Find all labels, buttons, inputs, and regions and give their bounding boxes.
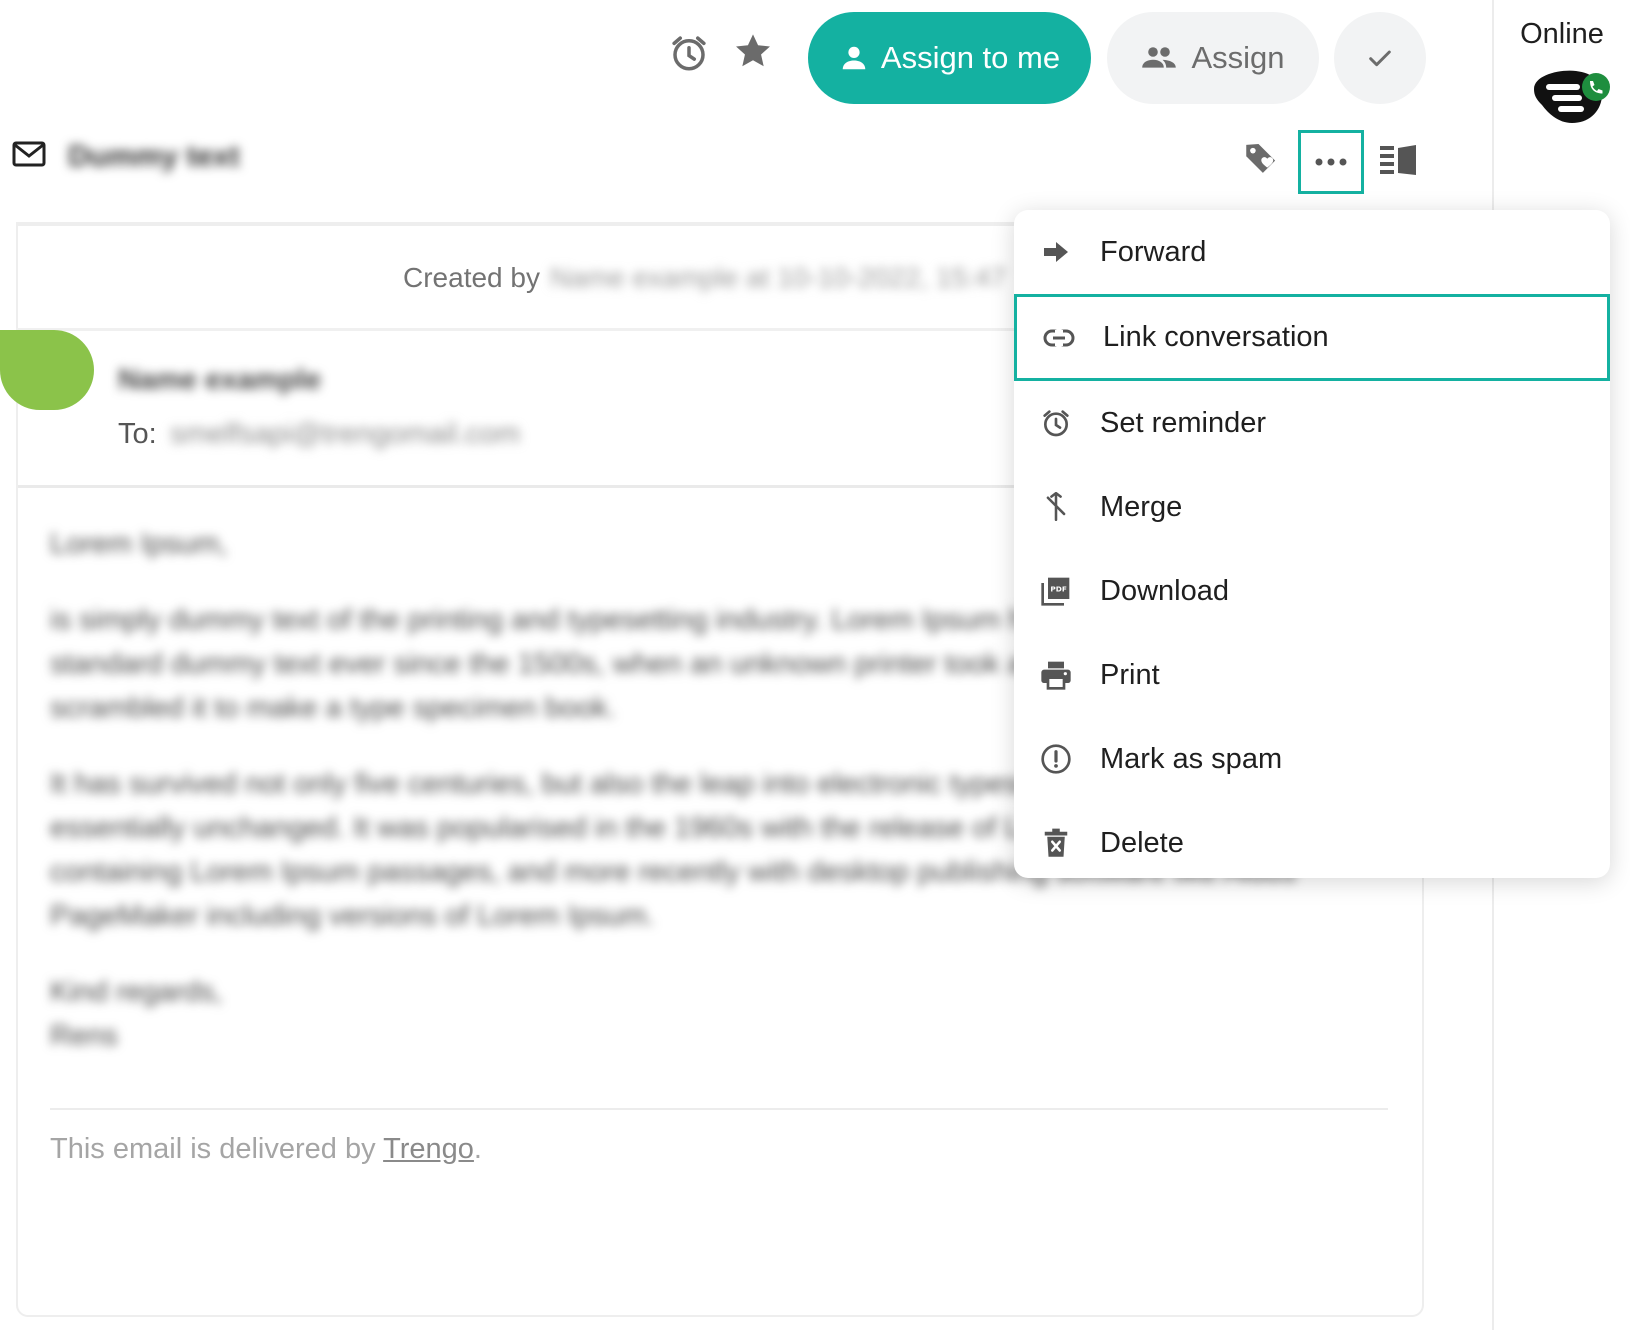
assign-button[interactable]: Assign: [1107, 12, 1319, 104]
close-conversation-button[interactable]: [1334, 12, 1426, 104]
sidebar-toggle-icon[interactable]: [1378, 142, 1418, 178]
menu-item-label: Forward: [1100, 235, 1207, 268]
pdf-icon: PDF: [1038, 573, 1074, 609]
footer-prefix: This email is delivered by: [50, 1133, 384, 1165]
star-icon[interactable]: [730, 28, 776, 74]
merge-icon: [1038, 489, 1074, 525]
svg-text:PDF: PDF: [1050, 585, 1066, 594]
menu-item-link-conversation[interactable]: Link conversation: [1014, 294, 1610, 381]
trengo-link[interactable]: Trengo: [383, 1133, 474, 1165]
menu-item-label: Link conversation: [1103, 321, 1329, 353]
menu-item-label: Merge: [1100, 490, 1183, 523]
footer-suffix: .: [473, 1133, 482, 1165]
to-label: To:: [118, 418, 157, 450]
conversation-subject: Dummy text: [68, 140, 240, 173]
assign-to-me-button[interactable]: Assign to me: [808, 12, 1091, 104]
online-status-label: Online: [1520, 18, 1604, 50]
user-status-avatar[interactable]: [1530, 67, 1612, 125]
sender-avatar: [0, 330, 94, 410]
assign-label: Assign: [1191, 40, 1285, 75]
created-by-detail: Name example at 10-10-2022, 15:47: [549, 262, 1007, 293]
menu-item-delete[interactable]: Delete: [1014, 801, 1610, 885]
email-channel-icon: [12, 140, 48, 170]
menu-item-download[interactable]: PDF Download: [1014, 549, 1610, 633]
created-by-label: Created by: [403, 262, 540, 293]
checkmark-icon: [1369, 50, 1391, 67]
assign-to-me-label: Assign to me: [880, 40, 1061, 75]
menu-item-print[interactable]: Print: [1014, 633, 1610, 717]
forward-icon: [1038, 234, 1074, 270]
footer-divider: [50, 1108, 1388, 1110]
delivery-footer: This email is delivered by Trengo.: [50, 1133, 482, 1166]
created-by-line: Created by Name example at 10-10-2022, 15…: [403, 262, 1006, 294]
trengo-logo-icon: [1534, 70, 1610, 123]
menu-item-label: Delete: [1100, 826, 1184, 859]
menu-item-set-reminder[interactable]: Set reminder: [1014, 381, 1610, 465]
more-dots-icon: [1315, 158, 1347, 166]
spam-icon: [1038, 741, 1074, 777]
label-tag-icon[interactable]: [1240, 136, 1284, 180]
delete-icon: [1038, 825, 1074, 861]
menu-item-label: Download: [1100, 574, 1229, 607]
menu-item-forward[interactable]: Forward: [1014, 210, 1610, 294]
link-icon: [1041, 320, 1077, 356]
more-options-button[interactable]: [1298, 130, 1364, 194]
more-options-menu: Forward Link conversation Set reminder M…: [1014, 210, 1610, 878]
menu-item-label: Print: [1100, 658, 1160, 691]
person-icon: [842, 46, 866, 70]
sender-name: Name example: [118, 364, 322, 396]
menu-item-label: Set reminder: [1100, 406, 1267, 439]
print-icon: [1038, 657, 1074, 693]
snooze-alarm-icon[interactable]: [666, 30, 712, 76]
menu-item-label: Mark as spam: [1100, 742, 1283, 775]
menu-item-mark-as-spam[interactable]: Mark as spam: [1014, 717, 1610, 801]
alarm-icon: [1038, 405, 1074, 441]
message-signature: Kind regards, Rens: [50, 976, 223, 1052]
menu-item-merge[interactable]: Merge: [1014, 465, 1610, 549]
recipient-email: smelfsapi@trengomail.com: [170, 418, 521, 450]
people-icon: [1142, 47, 1177, 68]
